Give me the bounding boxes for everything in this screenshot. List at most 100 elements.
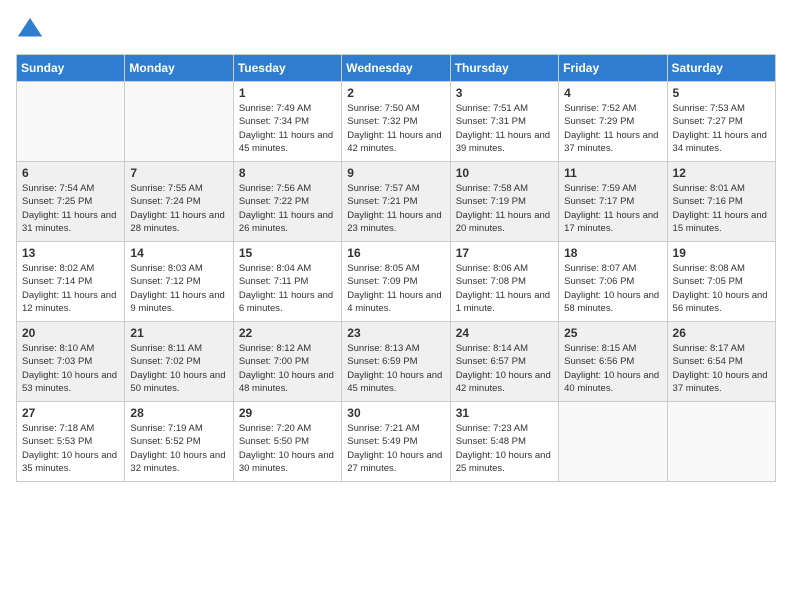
day-number: 27 [22, 406, 119, 420]
day-number: 1 [239, 86, 336, 100]
day-number: 12 [673, 166, 770, 180]
day-number: 7 [130, 166, 227, 180]
day-info: Sunrise: 8:01 AM Sunset: 7:16 PM Dayligh… [673, 182, 770, 235]
day-info: Sunrise: 7:58 AM Sunset: 7:19 PM Dayligh… [456, 182, 553, 235]
day-cell: 2 Sunrise: 7:50 AM Sunset: 7:32 PM Daylig… [342, 82, 450, 162]
day-info: Sunrise: 8:05 AM Sunset: 7:09 PM Dayligh… [347, 262, 444, 315]
day-number: 4 [564, 86, 661, 100]
day-cell: 4 Sunrise: 7:52 AM Sunset: 7:29 PM Daylig… [559, 82, 667, 162]
day-cell: 10 Sunrise: 7:58 AM Sunset: 7:19 PM Dayli… [450, 162, 558, 242]
day-cell: 16 Sunrise: 8:05 AM Sunset: 7:09 PM Dayli… [342, 242, 450, 322]
day-number: 29 [239, 406, 336, 420]
day-cell: 19 Sunrise: 8:08 AM Sunset: 7:05 PM Dayli… [667, 242, 775, 322]
day-cell: 24 Sunrise: 8:14 AM Sunset: 6:57 PM Dayli… [450, 322, 558, 402]
day-number: 2 [347, 86, 444, 100]
day-cell: 13Sunrise: 8:02 AM Sunset: 7:14 PM Dayli… [17, 242, 125, 322]
day-info: Sunrise: 7:51 AM Sunset: 7:31 PM Dayligh… [456, 102, 553, 155]
day-info: Sunrise: 7:50 AM Sunset: 7:32 PM Dayligh… [347, 102, 444, 155]
header-cell-saturday: Saturday [667, 55, 775, 82]
day-number: 24 [456, 326, 553, 340]
week-row-5: 27 Sunrise: 7:18 AM Sunset: 5:53 PM Dayli… [17, 402, 776, 482]
day-info: Sunrise: 7:53 AM Sunset: 7:27 PM Dayligh… [673, 102, 770, 155]
day-cell: 23Sunrise: 8:13 AM Sunset: 6:59 PM Dayli… [342, 322, 450, 402]
day-cell: 27 Sunrise: 7:18 AM Sunset: 5:53 PM Dayli… [17, 402, 125, 482]
day-info: Sunrise: 8:08 AM Sunset: 7:05 PM Dayligh… [673, 262, 770, 315]
day-number: 9 [347, 166, 444, 180]
day-number: 10 [456, 166, 553, 180]
day-cell: 8 Sunrise: 7:56 AM Sunset: 7:22 PM Daylig… [233, 162, 341, 242]
header-cell-monday: Monday [125, 55, 233, 82]
day-cell: 11 Sunrise: 7:59 AM Sunset: 7:17 PM Dayli… [559, 162, 667, 242]
day-info: Sunrise: 8:07 AM Sunset: 7:06 PM Dayligh… [564, 262, 661, 315]
day-number: 15 [239, 246, 336, 260]
day-info: Sunrise: 7:23 AM Sunset: 5:48 PM Dayligh… [456, 422, 553, 475]
day-cell: 25 Sunrise: 8:15 AM Sunset: 6:56 PM Dayli… [559, 322, 667, 402]
day-info: Sunrise: 7:55 AM Sunset: 7:24 PM Dayligh… [130, 182, 227, 235]
day-info: Sunrise: 7:52 AM Sunset: 7:29 PM Dayligh… [564, 102, 661, 155]
day-cell: 17Sunrise: 8:06 AM Sunset: 7:08 PM Dayli… [450, 242, 558, 322]
day-info: Sunrise: 7:49 AM Sunset: 7:34 PM Dayligh… [239, 102, 336, 155]
header-row: SundayMondayTuesdayWednesdayThursdayFrid… [17, 55, 776, 82]
day-cell: 14Sunrise: 8:03 AM Sunset: 7:12 PM Dayli… [125, 242, 233, 322]
day-info: Sunrise: 8:14 AM Sunset: 6:57 PM Dayligh… [456, 342, 553, 395]
day-cell: 5 Sunrise: 7:53 AM Sunset: 7:27 PM Daylig… [667, 82, 775, 162]
calendar-table: SundayMondayTuesdayWednesdayThursdayFrid… [16, 54, 776, 482]
day-cell [667, 402, 775, 482]
day-info: Sunrise: 7:57 AM Sunset: 7:21 PM Dayligh… [347, 182, 444, 235]
day-cell: 31 Sunrise: 7:23 AM Sunset: 5:48 PM Dayli… [450, 402, 558, 482]
day-cell: 6Sunrise: 7:54 AM Sunset: 7:25 PM Daylig… [17, 162, 125, 242]
day-info: Sunrise: 8:15 AM Sunset: 6:56 PM Dayligh… [564, 342, 661, 395]
day-cell: 9 Sunrise: 7:57 AM Sunset: 7:21 PM Daylig… [342, 162, 450, 242]
day-info: Sunrise: 8:12 AM Sunset: 7:00 PM Dayligh… [239, 342, 336, 395]
day-cell: 1 Sunrise: 7:49 AM Sunset: 7:34 PM Daylig… [233, 82, 341, 162]
day-info: Sunrise: 7:59 AM Sunset: 7:17 PM Dayligh… [564, 182, 661, 235]
week-row-4: 20 Sunrise: 8:10 AM Sunset: 7:03 PM Dayli… [17, 322, 776, 402]
day-cell [17, 82, 125, 162]
day-cell: 12 Sunrise: 8:01 AM Sunset: 7:16 PM Dayli… [667, 162, 775, 242]
header-cell-wednesday: Wednesday [342, 55, 450, 82]
day-info: Sunrise: 8:13 AM Sunset: 6:59 PM Dayligh… [347, 342, 444, 395]
day-info: Sunrise: 8:11 AM Sunset: 7:02 PM Dayligh… [130, 342, 227, 395]
day-cell [559, 402, 667, 482]
day-info: Sunrise: 7:54 AM Sunset: 7:25 PM Dayligh… [22, 182, 119, 235]
day-number: 5 [673, 86, 770, 100]
day-number: 16 [347, 246, 444, 260]
day-cell: 3 Sunrise: 7:51 AM Sunset: 7:31 PM Daylig… [450, 82, 558, 162]
day-cell: 18 Sunrise: 8:07 AM Sunset: 7:06 PM Dayli… [559, 242, 667, 322]
day-number: 22 [239, 326, 336, 340]
day-cell: 30Sunrise: 7:21 AM Sunset: 5:49 PM Dayli… [342, 402, 450, 482]
logo-icon [16, 16, 44, 44]
page-header [16, 16, 776, 44]
calendar-body: 1 Sunrise: 7:49 AM Sunset: 7:34 PM Daylig… [17, 82, 776, 482]
day-number: 30 [347, 406, 444, 420]
day-number: 19 [673, 246, 770, 260]
day-info: Sunrise: 7:18 AM Sunset: 5:53 PM Dayligh… [22, 422, 119, 475]
day-number: 3 [456, 86, 553, 100]
day-cell: 7 Sunrise: 7:55 AM Sunset: 7:24 PM Daylig… [125, 162, 233, 242]
day-number: 18 [564, 246, 661, 260]
day-cell [125, 82, 233, 162]
day-info: Sunrise: 8:02 AM Sunset: 7:14 PM Dayligh… [22, 262, 119, 315]
day-cell: 28 Sunrise: 7:19 AM Sunset: 5:52 PM Dayli… [125, 402, 233, 482]
day-number: 20 [22, 326, 119, 340]
week-row-3: 13Sunrise: 8:02 AM Sunset: 7:14 PM Dayli… [17, 242, 776, 322]
day-number: 21 [130, 326, 227, 340]
day-info: Sunrise: 8:10 AM Sunset: 7:03 PM Dayligh… [22, 342, 119, 395]
day-info: Sunrise: 7:19 AM Sunset: 5:52 PM Dayligh… [130, 422, 227, 475]
day-info: Sunrise: 8:04 AM Sunset: 7:11 PM Dayligh… [239, 262, 336, 315]
day-number: 28 [130, 406, 227, 420]
day-info: Sunrise: 7:56 AM Sunset: 7:22 PM Dayligh… [239, 182, 336, 235]
calendar-header: SundayMondayTuesdayWednesdayThursdayFrid… [17, 55, 776, 82]
header-cell-sunday: Sunday [17, 55, 125, 82]
day-number: 11 [564, 166, 661, 180]
day-info: Sunrise: 8:17 AM Sunset: 6:54 PM Dayligh… [673, 342, 770, 395]
day-cell: 22 Sunrise: 8:12 AM Sunset: 7:00 PM Dayli… [233, 322, 341, 402]
day-cell: 20 Sunrise: 8:10 AM Sunset: 7:03 PM Dayli… [17, 322, 125, 402]
day-number: 25 [564, 326, 661, 340]
day-cell: 21 Sunrise: 8:11 AM Sunset: 7:02 PM Dayli… [125, 322, 233, 402]
day-info: Sunrise: 7:20 AM Sunset: 5:50 PM Dayligh… [239, 422, 336, 475]
header-cell-tuesday: Tuesday [233, 55, 341, 82]
day-number: 31 [456, 406, 553, 420]
day-number: 17 [456, 246, 553, 260]
day-number: 8 [239, 166, 336, 180]
